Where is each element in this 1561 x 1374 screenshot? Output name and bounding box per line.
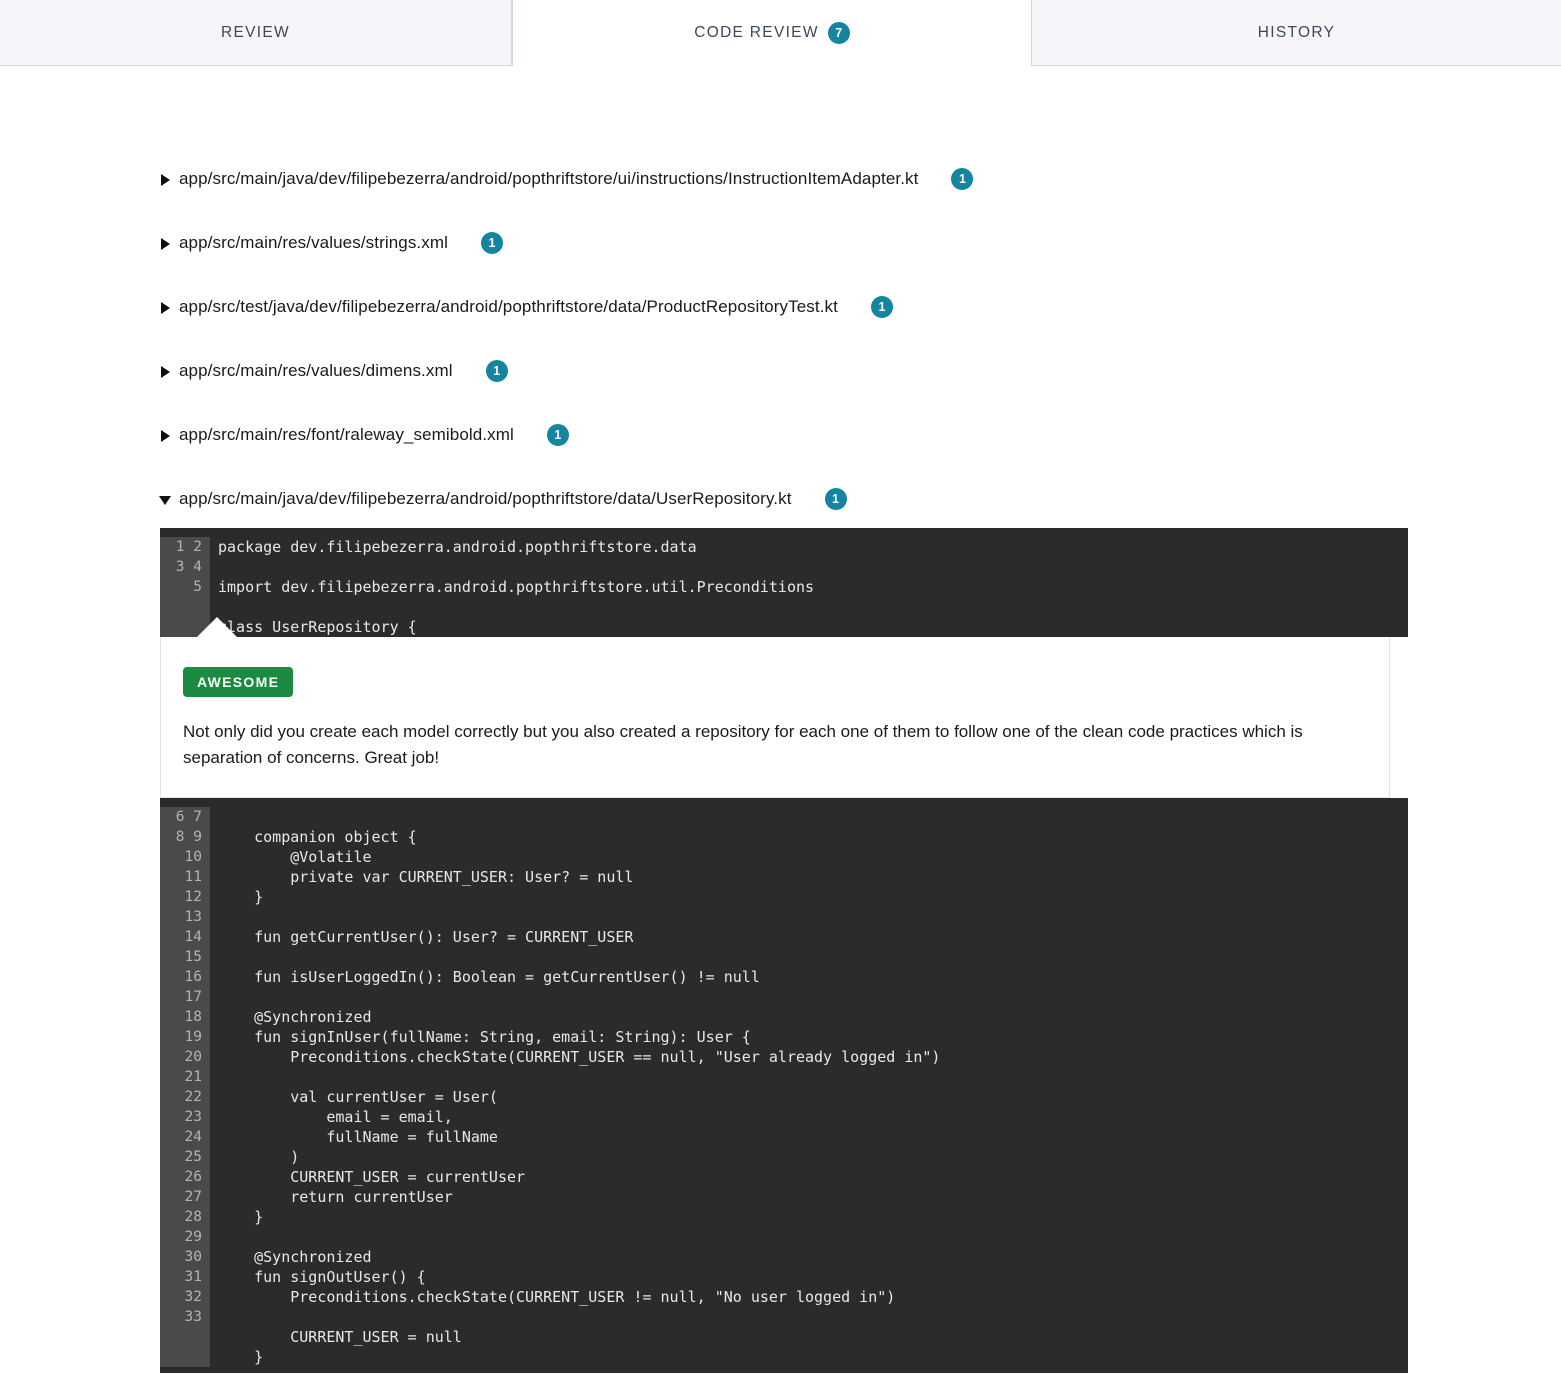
file-comment-count-badge: 1: [824, 488, 847, 510]
file-row[interactable]: app/src/main/java/dev/filipebezerra/andr…: [0, 162, 1561, 196]
tab-review[interactable]: REVIEW: [0, 0, 512, 66]
chevron-down-icon[interactable]: [159, 493, 173, 506]
file-row[interactable]: app/src/main/res/values/dimens.xml 1: [0, 354, 1561, 388]
code-lines: package dev.filipebezerra.android.popthr…: [218, 538, 815, 636]
status-badge: AWESOME: [183, 667, 294, 697]
chevron-right-icon[interactable]: [160, 173, 173, 186]
file-comment-count-badge: 1: [951, 168, 974, 190]
tab-code-review-label: CODE REVIEW: [694, 24, 819, 41]
tab-code-review[interactable]: CODE REVIEW 7: [512, 0, 1032, 66]
file-row[interactable]: app/src/main/res/values/strings.xml 1: [0, 226, 1561, 260]
file-row[interactable]: app/src/test/java/dev/filipebezerra/andr…: [0, 290, 1561, 324]
line-number-gutter: 6 7 8 9 10 11 12 13 14 15 16 17 18 19 20…: [160, 807, 210, 1367]
chevron-right-icon[interactable]: [160, 301, 173, 314]
callout-pointer-icon: [196, 617, 238, 638]
code-block-top: 1 2 3 4 5 package dev.filipebezerra.andr…: [160, 528, 1408, 638]
file-path: app/src/main/java/dev/filipebezerra/andr…: [179, 489, 792, 508]
tab-history[interactable]: HISTORY: [1032, 0, 1561, 66]
file-path: app/src/main/res/values/strings.xml: [179, 233, 448, 252]
file-comment-count-badge: 1: [485, 360, 508, 382]
tab-history-label: HISTORY: [1257, 23, 1336, 41]
file-path: app/src/test/java/dev/filipebezerra/andr…: [179, 297, 838, 316]
tab-bar: REVIEW CODE REVIEW 7 HISTORY: [0, 0, 1561, 66]
chevron-right-icon[interactable]: [160, 429, 173, 442]
file-comment-count-badge: 1: [480, 232, 503, 254]
file-row[interactable]: app/src/main/res/font/raleway_semibold.x…: [0, 418, 1561, 452]
code-review-content: app/src/main/java/dev/filipebezerra/andr…: [0, 162, 1561, 1373]
code-block-bottom: 6 7 8 9 10 11 12 13 14 15 16 17 18 19 20…: [160, 798, 1408, 1373]
file-comment-count-badge: 1: [546, 424, 569, 446]
file-path: app/src/main/res/values/dimens.xml: [179, 361, 453, 380]
tab-code-review-badge: 7: [827, 22, 850, 44]
code-lines: companion object { @Volatile private var…: [254, 828, 941, 1366]
code-diff: 1 2 3 4 5 package dev.filipebezerra.andr…: [160, 528, 1408, 1373]
comment-body: Not only did you create each model corre…: [183, 722, 1303, 767]
file-path: app/src/main/java/dev/filipebezerra/andr…: [179, 169, 919, 188]
chevron-right-icon[interactable]: [160, 237, 173, 250]
tab-review-label: REVIEW: [221, 23, 290, 41]
file-row-expanded[interactable]: app/src/main/java/dev/filipebezerra/andr…: [0, 482, 1561, 516]
file-comment-count-badge: 1: [870, 296, 893, 318]
file-path: app/src/main/res/font/raleway_semibold.x…: [179, 425, 514, 444]
chevron-right-icon[interactable]: [160, 365, 173, 378]
review-comment-callout: AWESOME Not only did you create each mod…: [160, 637, 1390, 798]
